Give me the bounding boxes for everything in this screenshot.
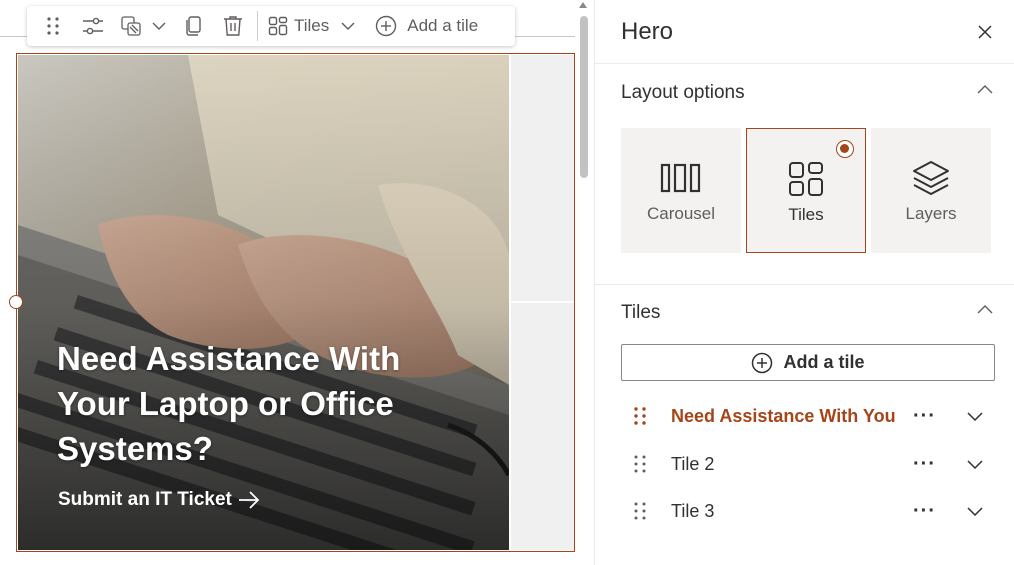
- duplicate-options-button[interactable]: [115, 10, 171, 42]
- toolbar-add-tile-button[interactable]: Add a tile: [371, 10, 482, 42]
- more-options-icon[interactable]: ···: [913, 405, 936, 428]
- add-a-tile-label: Add a tile: [783, 352, 865, 372]
- chevron-down-icon[interactable]: [967, 459, 983, 469]
- close-icon[interactable]: [973, 20, 997, 44]
- delete-icon[interactable]: [215, 10, 251, 42]
- layout-option-label: Layers: [905, 204, 957, 223]
- layout-option-label: Carousel: [646, 204, 716, 223]
- webpart-toolbar: Tiles Add a tile: [27, 6, 515, 46]
- add-circle-icon: [376, 15, 397, 37]
- drag-handle-icon[interactable]: [633, 406, 647, 426]
- hero-background-image: [18, 55, 509, 550]
- tile-list-item[interactable]: Need Assistance With You... ···: [595, 396, 1014, 436]
- edit-properties-icon[interactable]: [75, 10, 111, 42]
- hero-call-to-action-label: Submit an IT Ticket: [58, 489, 232, 510]
- tile-list-item-label: Tile 2: [671, 453, 715, 474]
- hero-tile-3[interactable]: [511, 303, 574, 550]
- layout-option-tiles[interactable]: Tiles: [746, 128, 866, 253]
- layout-option-carousel[interactable]: Carousel: [621, 128, 741, 253]
- panel-title: Hero: [621, 18, 674, 45]
- tile-list-item[interactable]: Tile 3 ···: [595, 491, 1014, 531]
- hero-tile-2[interactable]: [511, 55, 574, 301]
- move-handle-icon[interactable]: [35, 10, 71, 42]
- layout-dropdown-label: Tiles: [294, 16, 330, 35]
- carousel-icon: [660, 158, 702, 198]
- scrollbar-thumb[interactable]: [580, 16, 588, 178]
- toolbar-separator: [257, 11, 258, 41]
- drag-handle-icon[interactable]: [633, 454, 647, 474]
- format-icon: [121, 16, 141, 36]
- chevron-down-icon[interactable]: [967, 411, 983, 421]
- hero-tile-1[interactable]: Need Assistance With Your Laptop or Offi…: [18, 55, 509, 550]
- chevron-up-icon[interactable]: [975, 300, 995, 320]
- selected-radio-icon: [836, 140, 854, 158]
- tiles-heading: Tiles: [621, 302, 661, 323]
- more-options-icon[interactable]: ···: [913, 500, 936, 523]
- copy-icon[interactable]: [175, 10, 211, 42]
- layout-options-heading: Layout options: [621, 82, 745, 103]
- panel-divider: [595, 284, 1014, 285]
- layout-option-label: Tiles: [788, 205, 824, 224]
- layers-icon: [911, 158, 951, 198]
- scroll-up-arrow-icon[interactable]: [579, 2, 587, 8]
- layout-option-layers[interactable]: Layers: [871, 128, 991, 253]
- chevron-down-icon: [341, 22, 355, 30]
- tiles-icon: [788, 159, 824, 199]
- chevron-down-icon[interactable]: [967, 506, 983, 516]
- hero-tile-title: Need Assistance With Your Laptop or Offi…: [57, 340, 401, 467]
- chevron-up-icon[interactable]: [975, 80, 995, 100]
- tile-list-item[interactable]: Tile 2 ···: [595, 444, 1014, 484]
- property-pane: Hero Layout options Carousel Tiles Layer…: [594, 0, 1014, 565]
- panel-divider: [595, 63, 1014, 64]
- more-options-icon[interactable]: ···: [913, 453, 936, 476]
- toolbar-add-tile-label: Add a tile: [407, 16, 479, 35]
- tile-list-item-label: Need Assistance With You...: [671, 405, 896, 426]
- drag-handle-icon[interactable]: [633, 501, 647, 521]
- tile-list-item-label: Tile 3: [671, 500, 715, 521]
- resize-handle[interactable]: [9, 295, 23, 309]
- add-circle-icon: [752, 352, 773, 373]
- layout-dropdown-button[interactable]: Tiles: [264, 10, 359, 42]
- page-canvas: Tiles Add a tile Need Assistance With Yo…: [0, 0, 594, 565]
- hero-call-to-action[interactable]: Submit an IT Ticket: [58, 489, 260, 511]
- chevron-down-icon: [152, 22, 166, 30]
- tiles-icon: [268, 16, 288, 36]
- add-a-tile-button[interactable]: Add a tile: [621, 344, 995, 381]
- arrow-right-icon: [238, 491, 260, 509]
